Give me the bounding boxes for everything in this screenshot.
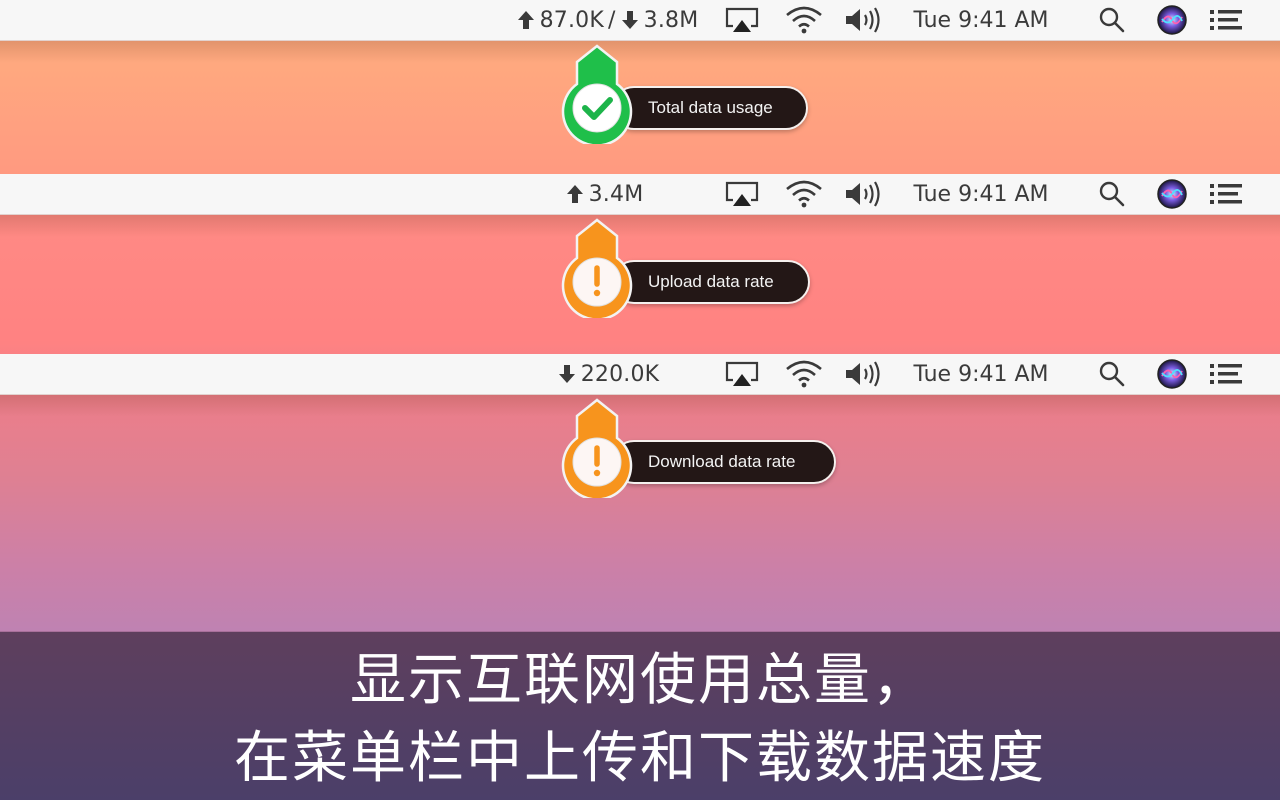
- search-icon[interactable]: [1094, 0, 1130, 40]
- upload-value: 3.4M: [588, 181, 644, 207]
- upload-arrow-icon: [516, 9, 536, 31]
- volume-icon[interactable]: [842, 174, 884, 214]
- callout-label: Upload data rate: [612, 260, 810, 304]
- separator: /: [608, 7, 616, 33]
- menubar-upload: 3.4M Tue 9:41 AM: [0, 174, 1280, 215]
- clock[interactable]: Tue 9:41 AM: [900, 354, 1062, 394]
- exclamation-icon: [561, 398, 633, 498]
- download-value: 3.8M: [643, 7, 699, 33]
- search-icon[interactable]: [1094, 174, 1130, 214]
- upload-value: 87.0K: [539, 7, 604, 33]
- netstat-upload[interactable]: 3.4M: [556, 174, 652, 214]
- search-icon[interactable]: [1094, 354, 1130, 394]
- callout-total-data-usage: Total data usage: [560, 44, 860, 154]
- volume-icon[interactable]: [842, 0, 884, 40]
- netstat-total[interactable]: 87.0K / 3.8M: [504, 0, 710, 40]
- caption-line-1: 显示互联网使用总量，: [350, 648, 930, 713]
- download-value: 220.0K: [580, 361, 660, 387]
- menubar-download: 220.0K Tue 9:41 AM: [0, 354, 1280, 395]
- callout-upload-data-rate: Upload data rate: [560, 218, 860, 328]
- upload-arrow-icon: [565, 183, 585, 205]
- siri-icon[interactable]: [1154, 0, 1190, 40]
- volume-icon[interactable]: [842, 354, 884, 394]
- wifi-icon[interactable]: [782, 174, 826, 214]
- siri-icon[interactable]: [1154, 354, 1190, 394]
- download-arrow-icon: [620, 9, 640, 31]
- airplay-icon[interactable]: [722, 354, 762, 394]
- callout-label: Total data usage: [612, 86, 808, 130]
- download-arrow-icon: [557, 363, 577, 385]
- menubar-total: 87.0K / 3.8M Tue 9:41 AM: [0, 0, 1280, 41]
- siri-icon[interactable]: [1154, 174, 1190, 214]
- wifi-icon[interactable]: [782, 354, 826, 394]
- caption-line-2: 在菜单栏中上传和下载数据速度: [234, 726, 1046, 791]
- airplay-icon[interactable]: [722, 0, 762, 40]
- clock[interactable]: Tue 9:41 AM: [900, 0, 1062, 40]
- airplay-icon[interactable]: [722, 174, 762, 214]
- notification-center-icon[interactable]: [1206, 174, 1246, 214]
- callout-download-data-rate: Download data rate: [560, 398, 860, 508]
- netstat-download[interactable]: 220.0K: [546, 354, 670, 394]
- check-icon: [561, 44, 633, 144]
- promo-caption: 显示互联网使用总量， 在菜单栏中上传和下载数据速度: [0, 631, 1280, 800]
- notification-center-icon[interactable]: [1206, 0, 1246, 40]
- exclamation-icon: [561, 218, 633, 318]
- callout-label: Download data rate: [612, 440, 836, 484]
- clock[interactable]: Tue 9:41 AM: [900, 174, 1062, 214]
- wifi-icon[interactable]: [782, 0, 826, 40]
- notification-center-icon[interactable]: [1206, 354, 1246, 394]
